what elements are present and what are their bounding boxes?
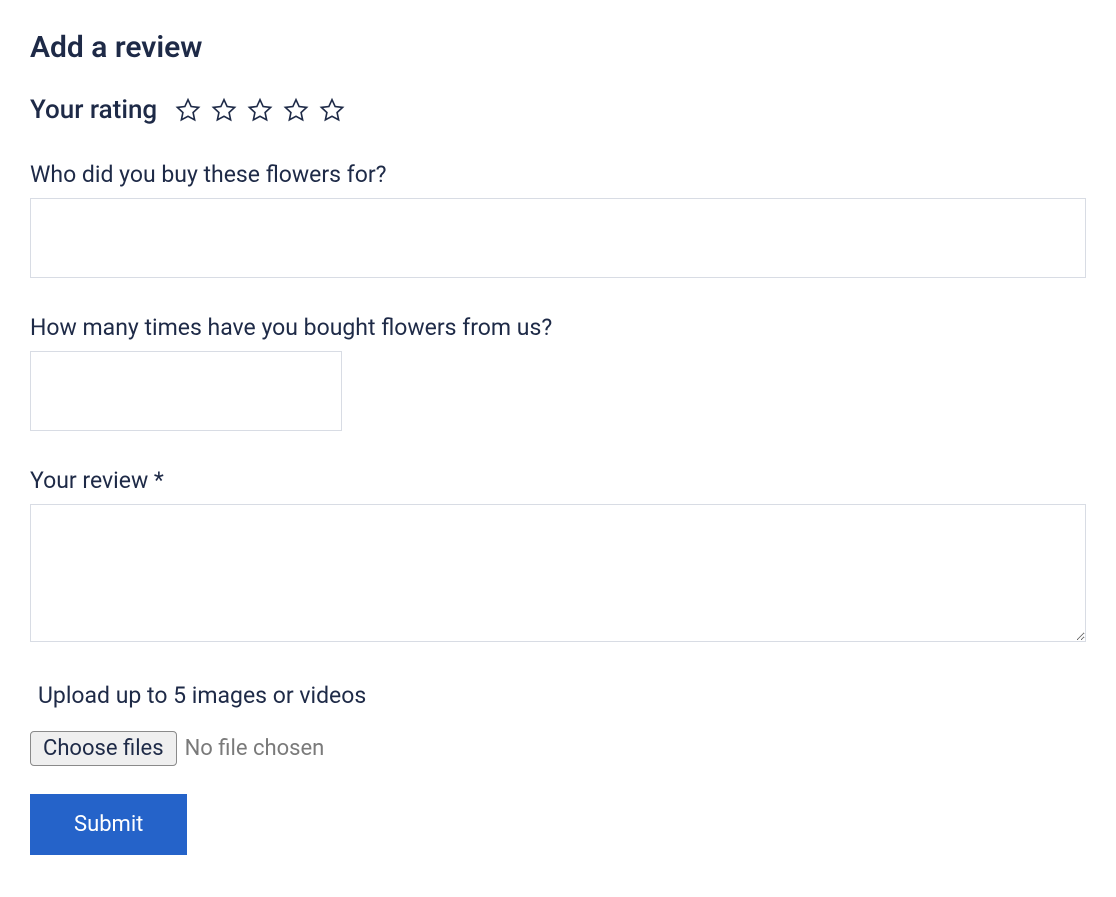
choose-files-button[interactable]: Choose files xyxy=(30,731,177,766)
star-icon[interactable] xyxy=(175,97,201,123)
recipient-input[interactable] xyxy=(30,198,1086,278)
star-rating xyxy=(175,97,345,123)
purchase-count-label: How many times have you bought flowers f… xyxy=(30,314,1086,341)
review-textarea[interactable] xyxy=(30,504,1086,642)
star-icon[interactable] xyxy=(211,97,237,123)
recipient-label: Who did you buy these flowers for? xyxy=(30,161,1086,188)
purchase-count-input[interactable] xyxy=(30,351,342,431)
review-label: Your review * xyxy=(30,467,1086,494)
upload-section: Upload up to 5 images or videos Choose f… xyxy=(30,682,1086,766)
upload-label: Upload up to 5 images or videos xyxy=(38,682,1086,709)
purchase-count-field-group: How many times have you bought flowers f… xyxy=(30,314,1086,431)
review-field-group: Your review * xyxy=(30,467,1086,646)
rating-row: Your rating xyxy=(30,95,1086,125)
file-status-text: No file chosen xyxy=(185,736,325,761)
recipient-field-group: Who did you buy these flowers for? xyxy=(30,161,1086,278)
submit-button[interactable]: Submit xyxy=(30,794,187,855)
file-input-row: Choose files No file chosen xyxy=(30,731,1086,766)
rating-label: Your rating xyxy=(30,95,157,125)
star-icon[interactable] xyxy=(283,97,309,123)
star-icon[interactable] xyxy=(247,97,273,123)
star-icon[interactable] xyxy=(319,97,345,123)
page-title: Add a review xyxy=(30,30,1086,65)
